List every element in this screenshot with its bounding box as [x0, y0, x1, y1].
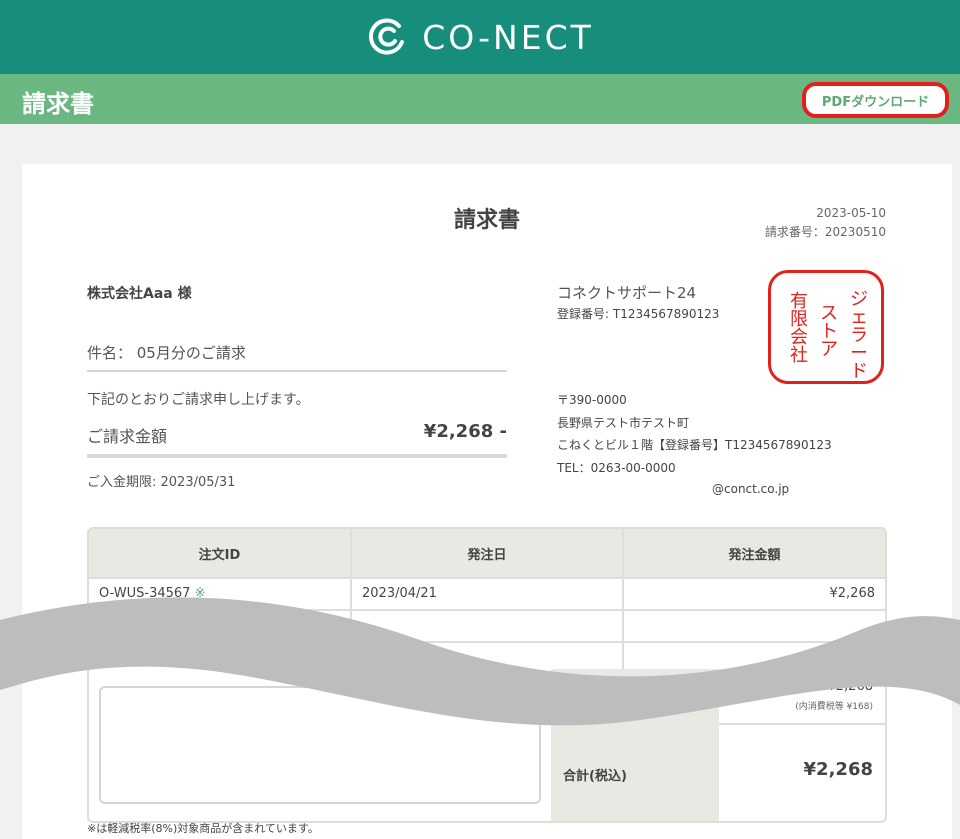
- remarks-box: [99, 686, 541, 804]
- issuer-email: @conct.co.jp: [712, 482, 790, 496]
- invoice-number: 請求番号：20230510: [764, 225, 886, 239]
- column-header-order-date: 発注日: [467, 548, 507, 563]
- issuer-name: コネクトサポート24: [557, 284, 697, 302]
- issuer-registration: 登録番号: T1234567890123: [557, 307, 720, 321]
- reduced-tax-mark: ※: [194, 586, 206, 601]
- invoice-notice: 下記のとおりご請求申し上げます。: [87, 392, 310, 408]
- billing-amount-value: ¥2,268 -: [423, 421, 507, 442]
- logo-text: CO-NECT: [422, 17, 594, 57]
- table-row-order-date: 2023/04/21: [362, 586, 437, 601]
- seal-lettering: ジェラードストア有限会社: [790, 289, 868, 381]
- subtotal-label: ）: [559, 691, 573, 706]
- subtotal-value: ¥2,268: [827, 679, 874, 694]
- order-table: 注文ID 発注日 発注金額 O-WUS-34567 ※ 2023/04/21 ¥…: [87, 527, 887, 823]
- seal-char: ア: [820, 339, 838, 360]
- company-seal-stamp: ジェラードストア有限会社: [768, 270, 884, 384]
- payment-deadline: ご入金期限: 2023/05/31: [87, 475, 236, 490]
- total-value: ¥2,268: [803, 759, 873, 780]
- seal-char: 社: [790, 345, 808, 366]
- total-label: 合計(税込): [563, 769, 627, 784]
- invoice-card: 請求書 2023-05-10 請求番号：20230510 株式会社Aaa 様 件…: [22, 164, 952, 839]
- summary-label-cell: [551, 669, 719, 821]
- logo[interactable]: CO-NECT: [366, 16, 594, 58]
- billing-amount-row: ご請求金額 ¥2,268 -: [87, 421, 507, 458]
- pdf-download-label: PDFダウンロード: [821, 94, 930, 110]
- issuer-postal: 〒390-0000: [557, 393, 627, 407]
- invoice-subject: 件名： 05月分のご請求: [87, 342, 507, 372]
- billing-amount-label: ご請求金額: [87, 427, 168, 446]
- footnote: ※は軽減税率(8%)対象商品が含まれています。: [87, 822, 319, 835]
- client-name: 株式会社Aaa 様: [87, 286, 192, 302]
- invoice-date: 2023-05-10: [816, 206, 886, 220]
- table-header: 注文ID 発注日 発注金額: [89, 529, 885, 577]
- table-row-order-id: O-WUS-34567 ※: [99, 586, 206, 601]
- pdf-download-button[interactable]: PDFダウンロード: [802, 82, 949, 118]
- issuer-address-building: こねくとビル１階【登録番号】T1234567890123: [557, 438, 832, 452]
- seal-char: ド: [850, 361, 868, 381]
- issuer-tel: TEL：0263-00-0000: [557, 461, 676, 475]
- conect-logo-icon: [369, 18, 405, 55]
- table-row-order-amount: ¥2,268: [829, 586, 876, 601]
- column-header-order-id: 注文ID: [198, 548, 241, 563]
- page-title: 請求書: [22, 90, 94, 118]
- issuer-address: 長野県テスト市テスト町: [557, 416, 690, 430]
- app-header: CO-NECT: [0, 0, 960, 74]
- subtotal-tax: (内消費税等 ¥168): [795, 702, 873, 712]
- column-header-order-amount: 発注金額: [728, 548, 781, 563]
